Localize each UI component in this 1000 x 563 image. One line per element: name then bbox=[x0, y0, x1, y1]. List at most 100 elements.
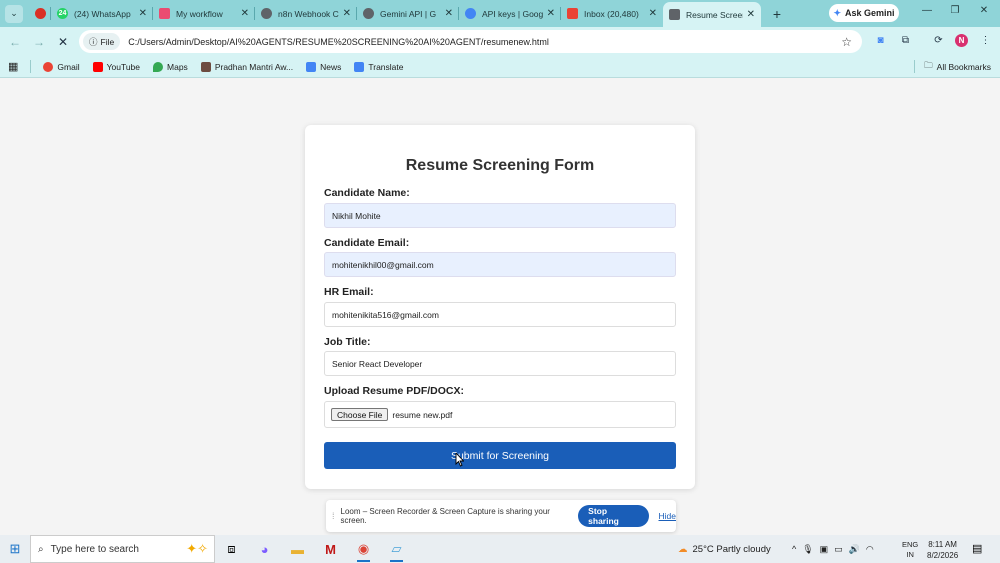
n8n-icon bbox=[159, 8, 170, 19]
news-icon bbox=[306, 61, 317, 72]
google-cloud-icon bbox=[465, 8, 476, 19]
profile-avatar[interactable]: N bbox=[955, 34, 968, 47]
mcafee-icon[interactable]: M bbox=[314, 535, 347, 563]
page-icon bbox=[669, 9, 680, 20]
minimize-icon[interactable]: — bbox=[920, 5, 934, 16]
lang-line2: IN bbox=[906, 550, 914, 559]
loom-sharing-message: Loom – Screen Recorder & Screen Capture … bbox=[340, 507, 550, 525]
tab-loom-recording[interactable] bbox=[29, 0, 51, 27]
language-indicator[interactable]: ENG IN bbox=[902, 540, 918, 560]
candidate-name-label: Candidate Name: bbox=[324, 187, 410, 199]
tab-my-workflow[interactable]: My workflow ✕ bbox=[153, 0, 255, 27]
bookmark-gmail[interactable]: Gmail bbox=[43, 61, 80, 72]
job-title-label: Job Title: bbox=[324, 336, 371, 348]
tab-whatsapp[interactable]: 24 (24) WhatsApp ✕ bbox=[51, 0, 153, 27]
resume-file-input[interactable]: Choose File resume new.pdf bbox=[324, 401, 676, 428]
tab-inbox[interactable]: Inbox (20,480) ✕ bbox=[561, 0, 663, 27]
candidate-email-input[interactable] bbox=[324, 252, 676, 277]
speaker-icon[interactable]: 🔊 bbox=[849, 544, 860, 555]
maps-icon bbox=[153, 61, 164, 72]
form-title: Resume Screening Form bbox=[405, 157, 595, 174]
tab-label: Inbox (20,480) bbox=[584, 8, 639, 19]
close-icon[interactable]: ✕ bbox=[547, 8, 555, 19]
chevron-down-icon: ⌄ bbox=[10, 8, 18, 18]
bookmark-star-icon[interactable]: ☆ bbox=[841, 35, 852, 49]
stop-sharing-button[interactable]: Stop sharing bbox=[578, 505, 649, 527]
weather-widget[interactable]: ☁ 25°C Partly cloudy bbox=[678, 535, 771, 563]
recording-dot-icon bbox=[35, 8, 46, 19]
display-icon[interactable]: ▭ bbox=[834, 544, 843, 555]
address-bar[interactable]: ⓘ File C:/Users/Admin/Desktop/AI%20AGENT… bbox=[79, 30, 862, 53]
upload-resume-label: Upload Resume PDF/DOCX: bbox=[324, 385, 465, 397]
bookmark-maps[interactable]: Maps bbox=[153, 61, 188, 72]
close-icon[interactable]: ✕ bbox=[747, 9, 755, 20]
folder-icon: 🗀 bbox=[924, 59, 933, 70]
back-arrow-icon[interactable]: ← bbox=[5, 35, 25, 49]
chrome-icon[interactable]: ◉ bbox=[347, 535, 380, 563]
url-text: C:/Users/Admin/Desktop/AI%20AGENTS/RESUM… bbox=[128, 36, 549, 47]
restore-icon[interactable]: ❐ bbox=[948, 5, 962, 16]
chevron-up-icon[interactable]: ^ bbox=[792, 544, 796, 554]
file-explorer-icon[interactable]: ▬ bbox=[281, 535, 314, 563]
camera-icon[interactable]: ▣ bbox=[820, 544, 829, 555]
mouse-cursor-icon bbox=[455, 453, 464, 467]
drag-handle-icon[interactable]: ⁞ bbox=[332, 511, 335, 521]
bookmark-label: Pradhan Mantri Aw... bbox=[214, 61, 294, 72]
translate-icon bbox=[354, 61, 365, 72]
bookmark-youtube[interactable]: YouTube bbox=[92, 61, 140, 72]
close-icon[interactable]: ✕ bbox=[445, 8, 453, 19]
candidate-name-input[interactable] bbox=[324, 203, 676, 228]
tab-api-keys[interactable]: API keys | Goog ✕ bbox=[459, 0, 561, 27]
notification-icon[interactable]: ▤ bbox=[972, 542, 982, 555]
tab-gemini-api[interactable]: Gemini API | G ✕ bbox=[357, 0, 459, 27]
tab-n8n-webhook[interactable]: n8n Webhook C ✕ bbox=[255, 0, 357, 27]
bookmark-label: Gmail bbox=[57, 61, 80, 72]
all-bookmarks-button[interactable]: 🗀 All Bookmarks bbox=[924, 60, 991, 74]
apps-grid-icon[interactable]: ▦ bbox=[8, 60, 18, 73]
copilot-icon[interactable]: ◕ bbox=[248, 535, 281, 563]
browser-toolbar: ← → ✕ ⓘ File C:/Users/Admin/Desktop/AI%2… bbox=[0, 27, 1000, 56]
microphone-icon[interactable]: 🎙 bbox=[802, 544, 813, 555]
clock-time: 8:11 AM bbox=[928, 540, 957, 549]
job-title-input[interactable] bbox=[324, 351, 676, 376]
search-placeholder: Type here to search bbox=[50, 543, 139, 555]
windows-start-icon[interactable]: ⊞ bbox=[0, 541, 30, 557]
ask-gemini-button[interactable]: ✦ Ask Gemini bbox=[829, 4, 899, 22]
stop-loading-icon[interactable]: ✕ bbox=[53, 35, 73, 49]
bookmark-news[interactable]: News bbox=[306, 61, 342, 72]
candidate-email-label: Candidate Email: bbox=[324, 237, 410, 249]
submit-screening-button[interactable]: Submit for Screening bbox=[324, 442, 676, 469]
forward-arrow-icon[interactable]: → bbox=[29, 35, 49, 49]
taskbar-clock[interactable]: 8:11 AM 8/2/2026 bbox=[927, 539, 958, 561]
tab-resume-screening[interactable]: Resume Screen ✕ bbox=[663, 2, 761, 27]
taskbar-search-box[interactable]: ⌕ Type here to search ✦✧ bbox=[30, 535, 215, 563]
window-close-icon[interactable]: ✕ bbox=[977, 5, 991, 16]
close-icon[interactable]: ✕ bbox=[343, 8, 351, 19]
bookmark-label: News bbox=[320, 61, 342, 72]
hr-email-input[interactable] bbox=[324, 302, 676, 327]
choose-file-button[interactable]: Choose File bbox=[331, 408, 389, 421]
bookmarks-bar: ▦ Gmail YouTube Maps Pradhan Mantri Aw..… bbox=[0, 56, 1000, 78]
scheme-label: File bbox=[100, 36, 115, 47]
resume-form-card: Resume Screening Form Candidate Name: Ca… bbox=[305, 125, 695, 489]
gmail-icon bbox=[567, 8, 578, 19]
close-icon[interactable]: ✕ bbox=[649, 8, 657, 19]
bookmark-pmay[interactable]: Pradhan Mantri Aw... bbox=[200, 61, 294, 72]
task-view-icon[interactable]: ⧈ bbox=[215, 535, 248, 563]
site-info-chip[interactable]: ⓘ File bbox=[83, 33, 121, 50]
wifi-icon[interactable]: ◠ bbox=[866, 544, 874, 555]
extensions-puzzle-icon[interactable]: ⧉ bbox=[898, 33, 913, 48]
notepad-icon[interactable]: ▱ bbox=[380, 535, 413, 563]
new-tab-button[interactable]: + bbox=[769, 6, 785, 22]
hide-link[interactable]: Hide bbox=[659, 511, 676, 521]
divider bbox=[30, 60, 32, 73]
kebab-menu-icon[interactable]: ⋮ bbox=[978, 33, 993, 48]
tab-label: API keys | Goog bbox=[482, 8, 543, 19]
globe-icon bbox=[261, 8, 272, 19]
profile-sync-icon[interactable]: ⟳ bbox=[931, 33, 946, 48]
google-lens-icon[interactable]: ◙ bbox=[873, 33, 888, 48]
close-icon[interactable]: ✕ bbox=[241, 8, 249, 19]
close-icon[interactable]: ✕ bbox=[139, 8, 147, 19]
tab-search-button[interactable]: ⌄ bbox=[5, 4, 23, 23]
bookmark-translate[interactable]: Translate bbox=[354, 61, 403, 72]
